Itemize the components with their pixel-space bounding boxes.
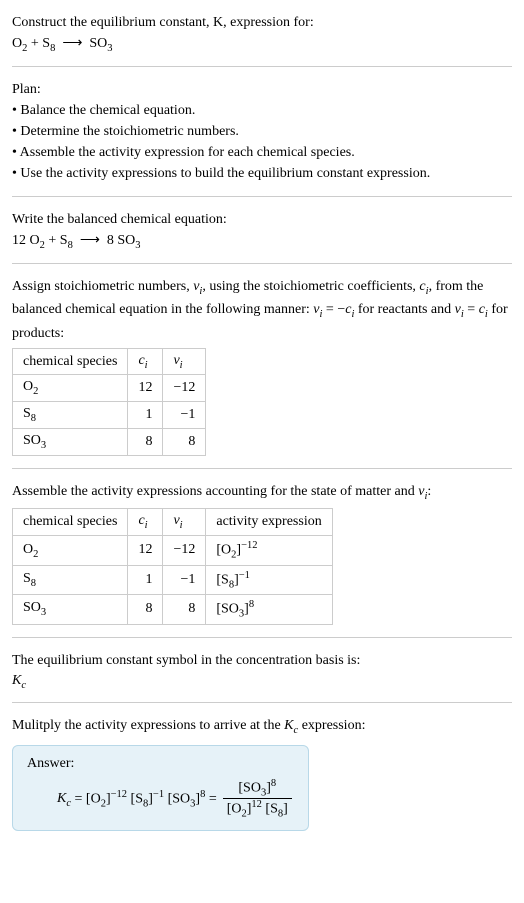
- activity-table: chemical species ci νi activity expressi…: [12, 508, 333, 624]
- species-cell: SO3: [13, 429, 128, 456]
- activity-section: Assemble the activity expressions accoun…: [12, 481, 512, 625]
- table-row: S8 1 −1: [13, 402, 206, 429]
- v-cell: 8: [163, 595, 206, 624]
- plan-section: Plan: • Balance the chemical equation. •…: [12, 79, 512, 184]
- table-header: chemical species: [13, 348, 128, 375]
- symbol-heading: The equilibrium constant symbol in the c…: [12, 650, 512, 671]
- intro-text: Construct the equilibrium constant, K, e…: [12, 12, 512, 33]
- answer-box: Answer: Kc = [O2]−12 [S8]−1 [SO3]8 = [SO…: [12, 745, 309, 831]
- divider: [12, 196, 512, 197]
- divider: [12, 637, 512, 638]
- expr-cell: [SO3]8: [206, 595, 332, 624]
- plan-item: • Balance the chemical equation.: [12, 100, 512, 121]
- divider: [12, 263, 512, 264]
- expr-cell: [O2]−12: [206, 536, 332, 565]
- stoich-section: Assign stoichiometric numbers, νi, using…: [12, 276, 512, 456]
- fraction-denominator: [O2]12 [S8]: [223, 799, 292, 819]
- divider: [12, 468, 512, 469]
- fraction-numerator: [SO3]8: [223, 778, 292, 799]
- plan-item-text: Use the activity expressions to build th…: [20, 166, 430, 181]
- species-cell: O2: [13, 536, 128, 565]
- v-cell: −12: [163, 536, 206, 565]
- species-cell: S8: [13, 402, 128, 429]
- table-header: activity expression: [206, 509, 332, 536]
- table-row: SO3 8 8 [SO3]8: [13, 595, 333, 624]
- plan-item-text: Assemble the activity expression for eac…: [20, 145, 355, 160]
- species-cell: S8: [13, 565, 128, 594]
- answer-equation: Kc = [O2]−12 [S8]−1 [SO3]8 = [SO3]8 [O2]…: [27, 778, 294, 820]
- intro-formula: O2 + S8 ⟶ SO3: [12, 35, 512, 54]
- symbol-value: Kc: [12, 673, 512, 691]
- table-header: νi: [163, 509, 206, 536]
- c-cell: 1: [128, 565, 163, 594]
- balanced-heading: Write the balanced chemical equation:: [12, 209, 512, 230]
- plan-item-text: Determine the stoichiometric numbers.: [20, 124, 239, 139]
- expr-cell: [S8]−1: [206, 565, 332, 594]
- plan-heading: Plan:: [12, 79, 512, 100]
- multiply-section: Mulitply the activity expressions to arr…: [12, 715, 512, 830]
- divider: [12, 66, 512, 67]
- plan-item: • Determine the stoichiometric numbers.: [12, 121, 512, 142]
- table-header-row: chemical species ci νi activity expressi…: [13, 509, 333, 536]
- c-cell: 1: [128, 402, 163, 429]
- table-header-row: chemical species ci νi: [13, 348, 206, 375]
- balanced-formula: 12 O2 + S8 ⟶ 8 SO3: [12, 232, 512, 251]
- symbol-section: The equilibrium constant symbol in the c…: [12, 650, 512, 691]
- table-header: νi: [163, 348, 206, 375]
- multiply-heading: Mulitply the activity expressions to arr…: [12, 715, 512, 739]
- plan-item: • Assemble the activity expression for e…: [12, 142, 512, 163]
- species-cell: O2: [13, 375, 128, 402]
- answer-lhs: Kc = [O2]−12 [S8]−1 [SO3]8 =: [57, 789, 217, 809]
- plan-item-text: Balance the chemical equation.: [20, 103, 195, 118]
- c-cell: 12: [128, 536, 163, 565]
- species-cell: SO3: [13, 595, 128, 624]
- plan-item: • Use the activity expressions to build …: [12, 163, 512, 184]
- v-cell: −1: [163, 402, 206, 429]
- c-cell: 8: [128, 595, 163, 624]
- table-row: O2 12 −12: [13, 375, 206, 402]
- table-header: chemical species: [13, 509, 128, 536]
- table-header: ci: [128, 509, 163, 536]
- table-row: O2 12 −12 [O2]−12: [13, 536, 333, 565]
- intro-section: Construct the equilibrium constant, K, e…: [12, 12, 512, 54]
- divider: [12, 702, 512, 703]
- activity-text: Assemble the activity expressions accoun…: [12, 481, 512, 505]
- table-header: ci: [128, 348, 163, 375]
- answer-label: Answer:: [27, 756, 294, 772]
- c-cell: 12: [128, 375, 163, 402]
- c-cell: 8: [128, 429, 163, 456]
- v-cell: 8: [163, 429, 206, 456]
- stoich-text: Assign stoichiometric numbers, νi, using…: [12, 276, 512, 344]
- v-cell: −1: [163, 565, 206, 594]
- balanced-section: Write the balanced chemical equation: 12…: [12, 209, 512, 251]
- v-cell: −12: [163, 375, 206, 402]
- stoich-table: chemical species ci νi O2 12 −12 S8 1 −1…: [12, 348, 206, 456]
- table-row: SO3 8 8: [13, 429, 206, 456]
- table-row: S8 1 −1 [S8]−1: [13, 565, 333, 594]
- answer-fraction: [SO3]8 [O2]12 [S8]: [223, 778, 292, 820]
